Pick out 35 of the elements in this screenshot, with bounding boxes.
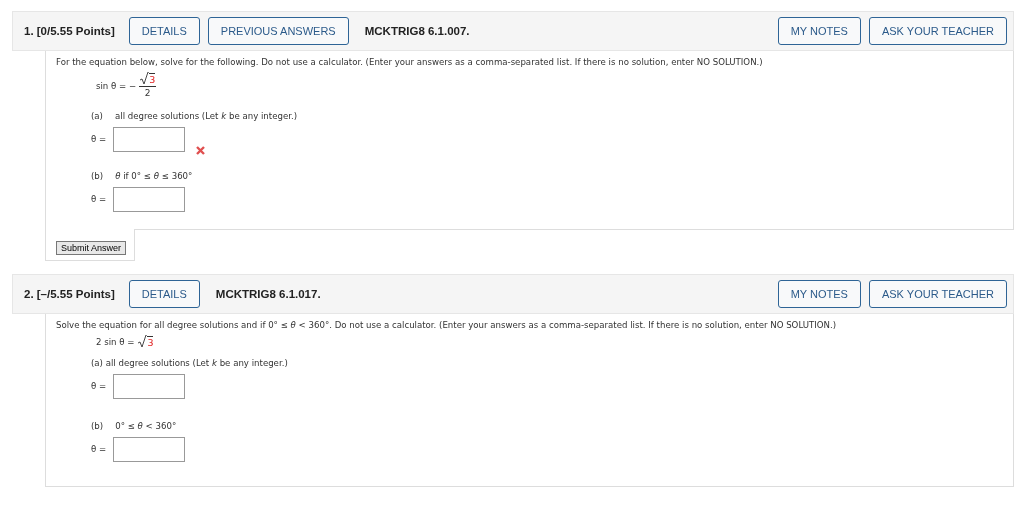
field-label: θ = [91, 133, 108, 144]
radical-sign-icon [138, 335, 148, 348]
part-prompt: θ if 0° ≤ θ ≤ 360° [115, 171, 193, 181]
radicand: 3 [147, 336, 154, 348]
equation-text: sin θ = − [96, 80, 137, 91]
field-label: θ = [91, 193, 108, 204]
instructions: Solve the equation for all degree solutions and if 0° ≤ θ < 360°. Do not use a calculator. (Enter your answers as a comma-separated list. If there is no solution, enter NO SOLUTION.) [56, 319, 838, 331]
radicand: 3 [149, 73, 156, 85]
question-code: MCKTRIG8 6.1.017. [215, 288, 321, 300]
instructions: For the equation below, solve for the following. Do not use a calculator. (Enter your answers as a comma-separated list. If there is no solution, enter NO SOLUTION.) [56, 56, 764, 68]
part-prompt: (a) all degree solutions (Let k be any integer.) [91, 358, 288, 368]
header-button[interactable]: DETAILS [128, 17, 200, 45]
question-points: 1. [0/5.55 Points] [24, 25, 115, 37]
header-button[interactable]: MY NOTES [777, 17, 861, 45]
part-label: (b) [91, 171, 104, 181]
part-label: (a) [91, 111, 103, 121]
header-button[interactable]: MY NOTES [777, 280, 861, 308]
part-prompt: all degree solutions (Let k be any integer.) [115, 111, 298, 121]
answer-field[interactable] [113, 187, 185, 212]
answer-field[interactable] [113, 127, 185, 152]
answer-field[interactable] [113, 374, 185, 399]
submit-button[interactable]: Submit Answer [56, 241, 127, 255]
denominator: 2 [144, 87, 151, 99]
header-button[interactable]: PREVIOUS ANSWERS [207, 17, 349, 45]
header-button[interactable]: DETAILS [128, 280, 200, 308]
part-label: (b) [91, 421, 104, 431]
header-button[interactable]: ASK YOUR TEACHER [868, 280, 1007, 308]
question-points: 2. [–/5.55 Points] [24, 288, 115, 300]
header-button[interactable]: ASK YOUR TEACHER [868, 17, 1007, 45]
part-prompt: 0° ≤ θ < 360° [115, 421, 177, 431]
answer-field[interactable] [113, 437, 185, 462]
question-code: MCKTRIG8 6.1.007. [364, 25, 470, 37]
equation-text: 2 sin θ = [96, 337, 135, 347]
field-label: θ = [91, 380, 108, 391]
field-label: θ = [91, 443, 108, 454]
